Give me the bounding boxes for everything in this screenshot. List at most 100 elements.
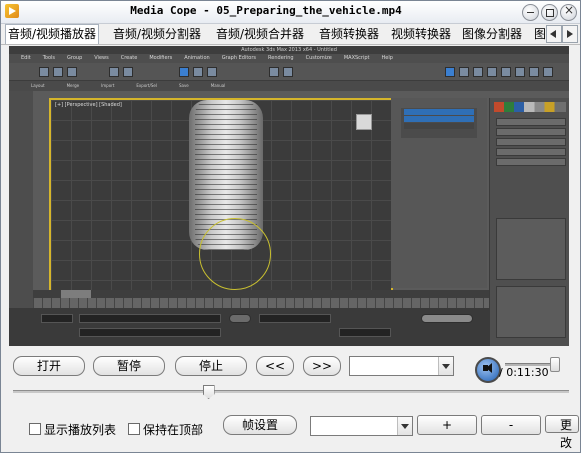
video-menu-item: Help (381, 55, 393, 61)
pause-button[interactable]: 暂停 (93, 356, 165, 376)
video-ribbon-item: Import (101, 83, 115, 88)
tab-scroll-left-button[interactable] (546, 25, 562, 43)
seek-slider-track[interactable] (13, 390, 569, 393)
time-display: / 0:11:30 (499, 366, 549, 379)
video-menu-item: Tools (42, 55, 56, 61)
video-status-field (259, 314, 331, 323)
video-menu-item: Rendering (268, 55, 294, 61)
tab-scroll-right-button[interactable] (562, 25, 578, 43)
video-scene-panel (391, 98, 487, 288)
video-menu-item: Create (120, 55, 138, 61)
video-tool-icon (53, 67, 63, 77)
video-menu-item: Graph Editors (221, 55, 257, 61)
video-tool-icon (487, 67, 497, 77)
video-status-button (229, 314, 251, 323)
change-button[interactable]: 更改 (545, 415, 579, 450)
video-menu-item: Group (67, 55, 83, 61)
video-tool-icon (109, 67, 119, 77)
video-left-toolbar (9, 91, 33, 308)
video-status-field (79, 314, 221, 323)
video-tool-icon (283, 67, 293, 77)
video-menu-item: Modifiers (149, 55, 173, 61)
add-button[interactable]: + (417, 415, 477, 435)
video-status-field (41, 314, 73, 323)
minimize-button[interactable] (522, 4, 539, 21)
video-app-title: Autodesk 3ds Max 2013 x64 - Untitled (241, 47, 337, 53)
video-cmd-row (496, 158, 566, 166)
tab-video-converter[interactable]: 视频转换器 (391, 26, 451, 42)
chevron-down-icon[interactable] (438, 357, 453, 375)
next-button[interactable]: >> (303, 356, 341, 376)
video-ribbon-item: Manual (210, 83, 226, 88)
video-time-ruler (33, 298, 489, 308)
video-scene-list (401, 108, 477, 138)
video-tool-icon (123, 67, 133, 77)
video-menu-item: MAXScript (343, 55, 370, 61)
video-tool-icon (67, 67, 77, 77)
video-tool-icon (473, 67, 483, 77)
open-button[interactable]: 打开 (13, 356, 85, 376)
video-tool-icon (515, 67, 525, 77)
video-cmd-row (496, 148, 566, 156)
maximize-button[interactable] (541, 4, 558, 21)
checkbox-box[interactable] (29, 423, 41, 435)
tab-image-splitter[interactable]: 图像分割器 (462, 26, 522, 42)
video-tool-icon (529, 67, 539, 77)
video-command-panel (489, 98, 569, 346)
video-cmd-row (496, 138, 566, 146)
video-menu-item: Edit (21, 55, 31, 61)
video-cmd-block (496, 286, 566, 338)
video-timeline (33, 290, 489, 298)
stop-button[interactable]: 停止 (175, 356, 247, 376)
video-menu-item: Customize (305, 55, 332, 61)
show-playlist-checkbox[interactable]: 显示播放列表 (29, 421, 116, 438)
tab-strip: 音频/视频播放器 音频/视频分割器 音频/视频合并器 音频转换器 视频转换器 图… (1, 24, 580, 45)
video-tool-icon (543, 67, 553, 77)
video-tool-icon (501, 67, 511, 77)
video-tool-icon (269, 67, 279, 77)
video-tool-icon (445, 67, 455, 77)
video-menu-item: Animation (184, 55, 210, 61)
seek-slider-thumb[interactable] (202, 385, 215, 399)
close-button[interactable] (560, 3, 577, 21)
keep-on-top-label: 保持在顶部 (143, 423, 204, 437)
tab-player[interactable]: 音频/视频播放器 (5, 24, 100, 44)
video-ribbon-item: Merge (66, 83, 80, 88)
video-status-field (339, 328, 391, 337)
video-status-button (421, 314, 473, 323)
video-timeline-thumb (61, 290, 91, 298)
checkbox-box[interactable] (128, 423, 140, 435)
tab-audio-converter[interactable]: 音频转换器 (319, 26, 379, 42)
remove-button[interactable]: - (481, 415, 541, 435)
chevron-down-icon[interactable] (397, 417, 412, 435)
video-status-field (79, 328, 221, 337)
video-app-menu: Edit Tools Group Views Create Modifiers Animat… (9, 54, 569, 63)
video-tool-icon (193, 67, 203, 77)
video-viewport: [+] [Perspective] [Shaded] (49, 98, 393, 292)
keep-on-top-checkbox[interactable]: 保持在顶部 (128, 421, 203, 438)
volume-slider-thumb[interactable] (549, 357, 560, 372)
tab-splitter[interactable]: 音频/视频分割器 (113, 26, 201, 42)
video-frame[interactable]: Autodesk 3ds Max 2013 x64 - Untitled Edi… (9, 46, 569, 346)
video-cmd-row (496, 118, 566, 126)
viewport-label: [+] [Perspective] [Shaded] (55, 102, 122, 108)
tab-merger[interactable]: 音频/视频合并器 (216, 26, 304, 42)
previous-button[interactable]: << (256, 356, 294, 376)
video-tool-icon (39, 67, 49, 77)
media-combo[interactable] (349, 356, 454, 376)
video-cmd-row (496, 128, 566, 136)
frame-combo[interactable] (310, 416, 413, 436)
video-tool-icon (459, 67, 469, 77)
video-app-titlebar: Autodesk 3ds Max 2013 x64 - Untitled (9, 46, 569, 54)
selection-ring (199, 218, 271, 290)
video-menu-item: Views (94, 55, 109, 61)
video-ribbon-item: Export/Sel (136, 83, 157, 88)
app-window: Media Cope - 05_Preparing_the_vehicle.mp… (0, 0, 581, 453)
window-title: Media Cope - 05_Preparing_the_vehicle.mp… (130, 4, 402, 17)
frame-settings-button[interactable]: 帧设置 (223, 415, 297, 435)
show-playlist-label: 显示播放列表 (44, 423, 117, 437)
volume-icon[interactable] (475, 357, 501, 383)
video-ribbon: Layout Merge Import Export/Sel Save Manual (9, 81, 569, 91)
video-ribbon-item: Save (178, 83, 189, 88)
video-cmd-block (496, 218, 566, 280)
